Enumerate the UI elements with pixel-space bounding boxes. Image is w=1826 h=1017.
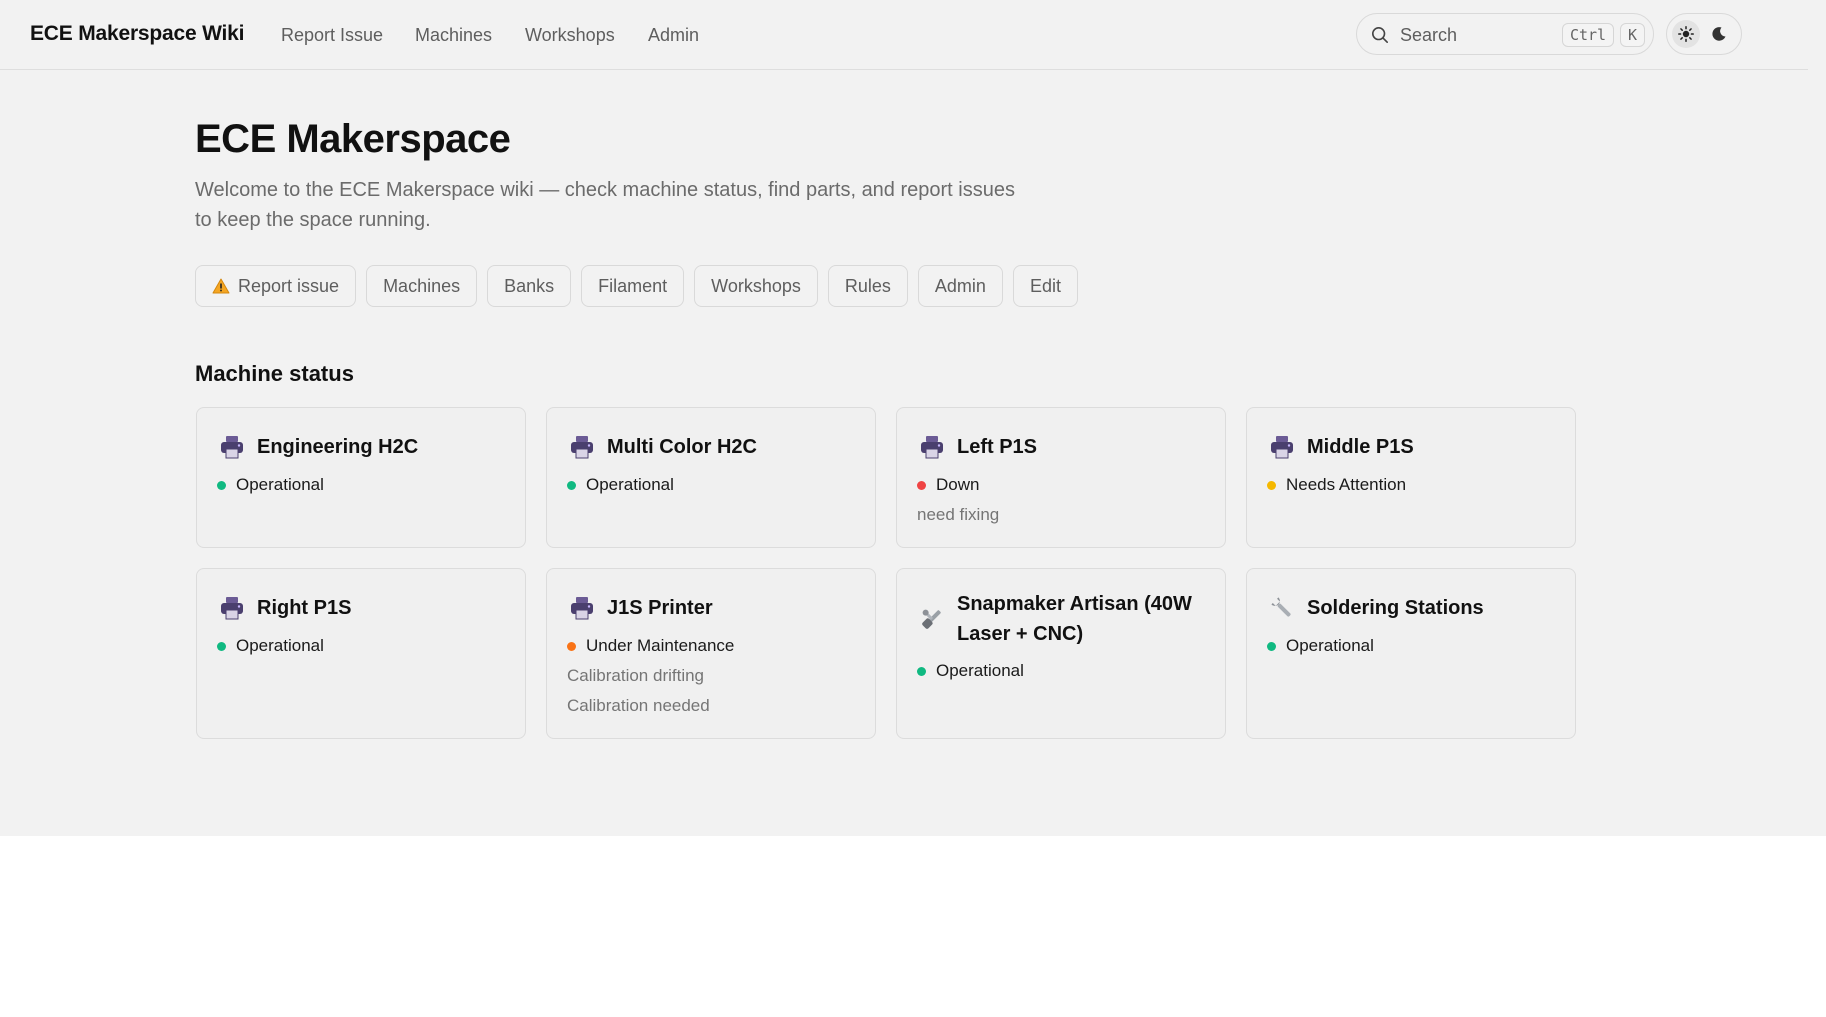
printer-icon <box>571 436 593 459</box>
page-title: ECE Makerspace <box>195 117 511 161</box>
machine-status: Operational <box>217 475 324 495</box>
machine-card[interactable]: J1S Printer Under Maintenance Calibratio… <box>546 568 876 739</box>
machine-status: Under Maintenance <box>567 636 734 656</box>
machine-card[interactable]: Left P1S Down need fixing <box>896 407 1226 548</box>
pill-filament[interactable]: Filament <box>581 265 685 307</box>
machine-status-heading: Machine status <box>195 361 354 386</box>
status-label: Operational <box>586 475 674 494</box>
quick-links: Report issue Machines Banks Filament Wor… <box>195 265 1078 307</box>
search-icon <box>1371 26 1389 44</box>
machine-name: Soldering Stations <box>1307 597 1484 619</box>
nav-link-machines[interactable]: Machines <box>415 25 492 46</box>
status-dot <box>217 641 226 651</box>
machine-status: Operational <box>1267 636 1374 656</box>
status-label: Under Maintenance <box>586 636 735 655</box>
status-dot <box>1267 641 1276 651</box>
status-dot <box>567 641 576 651</box>
status-label: Operational <box>236 636 324 655</box>
sun-icon <box>1678 26 1694 42</box>
printer-icon <box>571 597 593 620</box>
printer-icon <box>221 597 243 620</box>
status-dot <box>567 480 576 490</box>
machine-status: Operational <box>567 475 674 495</box>
machine-note: Calibration needed <box>567 696 710 715</box>
top-navigation-bar: ECE Makerspace Wiki Report Issue Machine… <box>0 0 1808 70</box>
machine-name: Right P1S <box>257 597 352 619</box>
machine-status: Operational <box>917 661 1024 681</box>
machine-card[interactable]: Right P1S Operational <box>196 568 526 739</box>
pill-machines[interactable]: Machines <box>366 265 478 307</box>
pill-rules[interactable]: Rules <box>827 265 908 307</box>
machine-status: Operational <box>217 636 324 656</box>
dark-theme-button[interactable] <box>1705 20 1733 48</box>
printer-icon <box>221 436 243 459</box>
machine-status-grid: Engineering H2C Operational Multi Color … <box>196 407 1577 739</box>
site-brand[interactable]: ECE Makerspace Wiki <box>30 22 244 46</box>
machine-note: Calibration drifting <box>567 666 705 685</box>
machine-name: J1S Printer <box>607 597 713 619</box>
machine-card[interactable]: Soldering Stations Operational <box>1246 568 1576 739</box>
machine-name: Left P1S <box>957 436 1038 458</box>
status-dot <box>917 666 926 676</box>
pill-admin[interactable]: Admin <box>917 265 1003 307</box>
pill-workshops[interactable]: Workshops <box>694 265 818 307</box>
machine-card[interactable]: Multi Color H2C Operational <box>546 407 876 548</box>
pill-edit[interactable]: Edit <box>1012 265 1078 307</box>
tools-icon <box>922 609 941 629</box>
machine-name: Snapmaker Artisan (40W Laser + CNC) <box>957 593 1192 645</box>
nav-link-report-issue[interactable]: Report Issue <box>281 25 383 46</box>
machine-status: Needs Attention <box>1267 475 1406 495</box>
page-background: ECE Makerspace Wiki Report Issue Machine… <box>0 0 1826 836</box>
status-dot <box>217 480 226 490</box>
shortcut-key-ctrl: Ctrl <box>1562 23 1614 47</box>
search-placeholder: Search <box>1400 25 1458 45</box>
page-subtitle: Welcome to the ECE Makerspace wiki — che… <box>195 179 1015 231</box>
machine-card[interactable]: Middle P1S Needs Attention <box>1246 407 1576 548</box>
status-label: Operational <box>236 475 324 494</box>
machine-note: need fixing <box>917 505 1000 524</box>
status-dot <box>1267 480 1276 490</box>
pill-label: Report issue <box>238 276 340 296</box>
machine-name: Middle P1S <box>1307 436 1414 458</box>
moon-icon <box>1712 27 1726 41</box>
machine-card[interactable]: Engineering H2C Operational <box>196 407 526 548</box>
nav-link-admin[interactable]: Admin <box>648 25 699 46</box>
pill-banks[interactable]: Banks <box>487 265 572 307</box>
status-label: Operational <box>936 661 1024 680</box>
printer-icon <box>921 436 943 459</box>
machine-name: Multi Color H2C <box>607 436 757 458</box>
light-theme-button[interactable] <box>1672 20 1700 48</box>
machine-status: Down <box>917 475 979 495</box>
machine-card[interactable]: Snapmaker Artisan (40W Laser + CNC) Oper… <box>896 568 1226 739</box>
pill-report-issue[interactable]: Report issue <box>195 265 357 307</box>
warning-icon <box>212 278 230 294</box>
search-box[interactable]: Search Ctrl K <box>1356 13 1654 55</box>
theme-toggle <box>1666 13 1742 55</box>
shortcut-key-k: K <box>1620 23 1645 47</box>
status-label: Operational <box>1286 636 1374 655</box>
printer-icon <box>1271 436 1293 459</box>
nav-link-workshops[interactable]: Workshops <box>525 25 615 46</box>
machine-name: Engineering H2C <box>257 436 419 458</box>
status-dot <box>917 480 926 490</box>
status-label: Down <box>936 475 980 494</box>
status-label: Needs Attention <box>1286 475 1407 494</box>
wrench-icon <box>1271 597 1291 617</box>
